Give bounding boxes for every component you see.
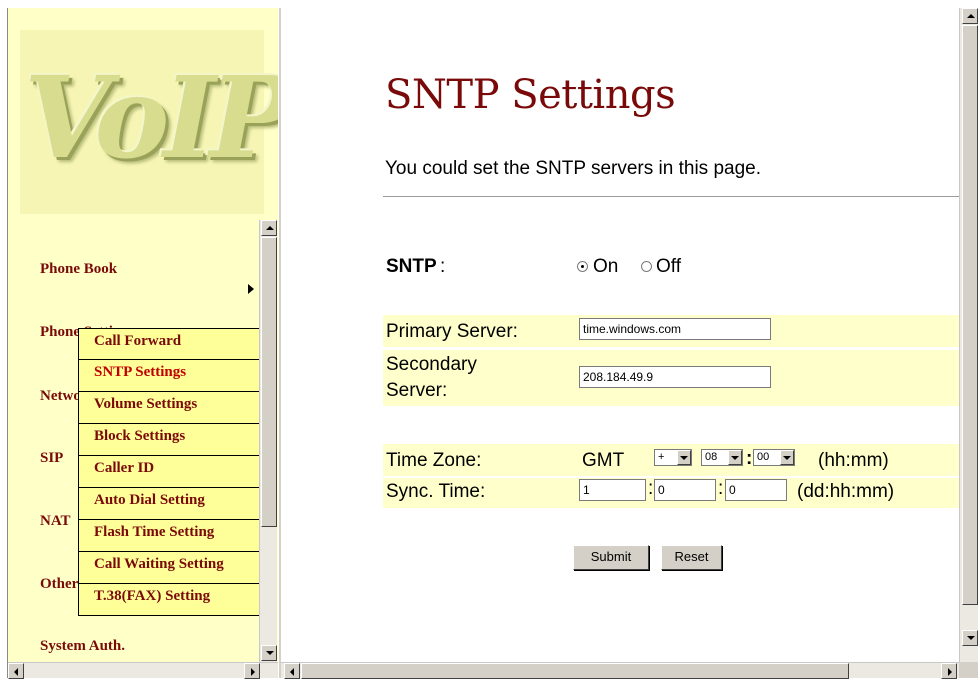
primary-server-label: Primary Server: bbox=[386, 321, 518, 342]
submenu-flash-time-setting[interactable]: Flash Time Setting bbox=[78, 520, 266, 552]
sync-hours-input[interactable] bbox=[654, 479, 716, 501]
tz-hours-select[interactable]: 08 bbox=[701, 449, 743, 466]
tz-sign-value: + bbox=[658, 451, 665, 463]
scroll-down-button[interactable] bbox=[962, 630, 978, 646]
content-vertical-scrollbar[interactable] bbox=[959, 8, 978, 662]
sync-minutes-input[interactable] bbox=[725, 479, 787, 501]
divider bbox=[383, 196, 959, 198]
arrow-down-icon bbox=[967, 636, 975, 640]
scroll-thumb[interactable] bbox=[962, 25, 978, 605]
content-horizontal-scrollbar[interactable] bbox=[281, 662, 959, 679]
tz-colon: : bbox=[746, 448, 753, 469]
sync-days-input[interactable] bbox=[579, 479, 646, 501]
scroll-up-button[interactable] bbox=[261, 220, 277, 236]
submenu-call-forward[interactable]: Call Forward bbox=[78, 328, 266, 360]
window-left-edge bbox=[0, 8, 8, 678]
scroll-down-button[interactable] bbox=[261, 645, 277, 661]
logo: VoIP bbox=[20, 30, 280, 214]
page-description: You could set the SNTP servers in this p… bbox=[385, 158, 761, 179]
arrow-down-icon bbox=[266, 651, 274, 655]
tz-format-hint: (hh:mm) bbox=[818, 450, 889, 471]
submenu-call-waiting-setting[interactable]: Call Waiting Setting bbox=[78, 552, 266, 584]
sync-format-hint: (dd:hh:mm) bbox=[797, 481, 895, 502]
dropdown-button[interactable] bbox=[780, 450, 794, 465]
logo-text: VoIP bbox=[24, 53, 280, 184]
nav-nat[interactable]: NAT bbox=[40, 513, 71, 530]
nav-phone-book[interactable]: Phone Book bbox=[40, 261, 117, 278]
tz-minutes-select[interactable]: 00 bbox=[753, 449, 795, 466]
sync-colon-1: : bbox=[648, 478, 654, 499]
radio-selected-dot bbox=[581, 265, 584, 268]
primary-server-input[interactable] bbox=[579, 318, 771, 340]
sync-colon-2: : bbox=[718, 478, 724, 499]
scroll-left-button[interactable] bbox=[284, 663, 300, 679]
arrow-left-icon bbox=[14, 668, 18, 676]
submit-button[interactable]: Submit bbox=[573, 545, 649, 570]
submenu-volume-settings[interactable]: Volume Settings bbox=[78, 392, 266, 424]
chevron-down-icon bbox=[731, 456, 739, 460]
submenu-auto-dial-setting[interactable]: Auto Dial Setting bbox=[78, 488, 266, 520]
tz-hours-value: 08 bbox=[705, 451, 718, 463]
secondary-server-label-line1: Secondary bbox=[386, 354, 477, 375]
sidebar-horizontal-scrollbar[interactable] bbox=[8, 662, 278, 679]
submenu-arrow-icon bbox=[248, 284, 254, 294]
nav-sip[interactable]: SIP bbox=[40, 450, 63, 467]
sntp-label: SNTP bbox=[386, 256, 437, 277]
scroll-right-button[interactable] bbox=[941, 663, 957, 679]
sidebar-vertical-scrollbar[interactable] bbox=[259, 220, 277, 662]
frame-splitter[interactable] bbox=[278, 8, 281, 678]
phone-settings-submenu: Call Forward SNTP Settings Volume Settin… bbox=[78, 328, 266, 616]
scroll-thumb[interactable] bbox=[301, 663, 849, 679]
chevron-down-icon bbox=[680, 456, 688, 460]
sntp-on-label: On bbox=[593, 256, 619, 277]
reset-button[interactable]: Reset bbox=[661, 545, 722, 570]
nav-system-auth[interactable]: System Auth. bbox=[40, 638, 125, 655]
tz-sign-select[interactable]: + bbox=[654, 449, 692, 466]
sync-time-label: Sync. Time: bbox=[386, 481, 486, 502]
submenu-block-settings[interactable]: Block Settings bbox=[78, 424, 266, 456]
sntp-label-colon: : bbox=[440, 256, 446, 277]
submenu-t38-fax-setting[interactable]: T.38(FAX) Setting bbox=[78, 584, 266, 616]
arrow-right-icon bbox=[251, 668, 255, 676]
arrow-up-icon bbox=[967, 14, 975, 18]
scrollbar-corner bbox=[959, 662, 978, 678]
submenu-caller-id[interactable]: Caller ID bbox=[78, 456, 266, 488]
arrow-right-icon bbox=[948, 668, 952, 676]
sntp-on-radio[interactable] bbox=[577, 261, 588, 272]
nav-other[interactable]: Other bbox=[40, 576, 78, 593]
scroll-up-button[interactable] bbox=[962, 8, 978, 24]
dropdown-button[interactable] bbox=[677, 450, 691, 465]
scroll-right-button[interactable] bbox=[244, 663, 260, 679]
sntp-off-radio[interactable] bbox=[641, 261, 652, 272]
secondary-server-input[interactable] bbox=[579, 366, 771, 388]
arrow-left-icon bbox=[290, 668, 294, 676]
sntp-off-label: Off bbox=[656, 256, 681, 277]
tz-minutes-value: 00 bbox=[757, 451, 770, 463]
chevron-down-icon bbox=[783, 456, 791, 460]
arrow-up-icon bbox=[266, 226, 274, 230]
scroll-left-button[interactable] bbox=[8, 663, 24, 679]
gmt-label: GMT bbox=[582, 450, 625, 471]
dropdown-button[interactable] bbox=[728, 450, 742, 465]
window-top-edge bbox=[0, 0, 978, 8]
page-title: SNTP Settings bbox=[385, 72, 676, 118]
time-zone-label: Time Zone: bbox=[386, 450, 482, 471]
submenu-sntp-settings[interactable]: SNTP Settings bbox=[78, 360, 266, 392]
scroll-thumb[interactable] bbox=[261, 237, 277, 527]
secondary-server-label-line2: Server: bbox=[386, 380, 448, 401]
